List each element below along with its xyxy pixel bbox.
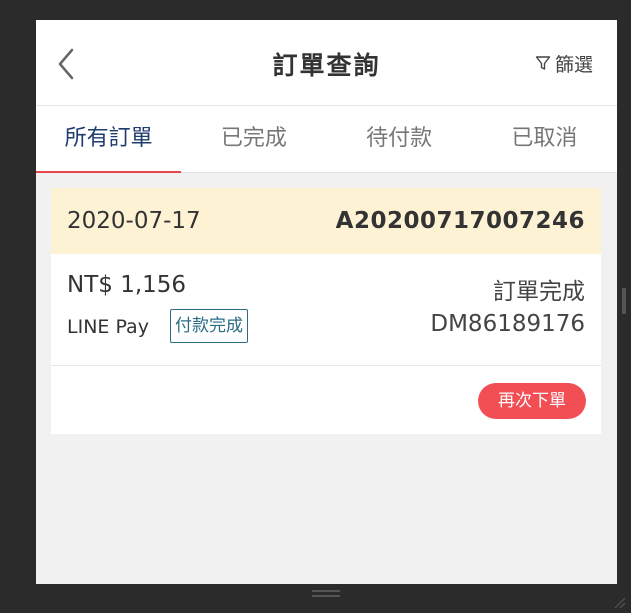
order-card[interactable]: 2020-07-17 A20200717007246 NT$ 1,156 訂單完… <box>51 188 601 434</box>
bottom-resize-handle[interactable] <box>312 590 340 598</box>
corner-resize-grip-icon[interactable] <box>612 594 626 609</box>
order-card-header: 2020-07-17 A20200717007246 <box>51 188 601 254</box>
app-screen: 訂單查詢 篩選 所有訂單 已完成 待付款 已取消 2020-07-17 A202… <box>36 20 617 584</box>
order-number: A20200717007246 <box>335 208 585 234</box>
tab-all-orders[interactable]: 所有訂單 <box>36 106 182 173</box>
reorder-button[interactable]: 再次下單 <box>478 383 586 419</box>
tab-pending-payment[interactable]: 待付款 <box>327 106 472 172</box>
order-card-body: NT$ 1,156 訂單完成 LINE Pay 付款完成 DM86189176 <box>51 254 601 366</box>
tab-cancelled[interactable]: 已取消 <box>472 106 617 172</box>
page-title: 訂單查詢 <box>272 51 381 80</box>
order-amount: NT$ 1,156 <box>67 272 187 298</box>
order-status: 訂單完成 <box>493 279 585 305</box>
order-date: 2020-07-17 <box>67 208 201 234</box>
filter-funnel-icon <box>535 56 551 70</box>
payment-method: LINE Pay <box>67 316 149 338</box>
order-tabs: 所有訂單 已完成 待付款 已取消 <box>36 106 617 173</box>
tab-completed[interactable]: 已完成 <box>181 106 326 172</box>
shipment-number: DM86189176 <box>430 311 585 337</box>
side-resize-handle[interactable] <box>622 288 626 314</box>
payment-status-badge: 付款完成 <box>170 309 248 343</box>
order-card-footer: 再次下單 <box>51 366 601 434</box>
filter-label: 篩選 <box>554 53 593 76</box>
filter-button[interactable]: 篩選 <box>535 51 593 76</box>
top-bar: 訂單查詢 篩選 <box>36 20 617 106</box>
